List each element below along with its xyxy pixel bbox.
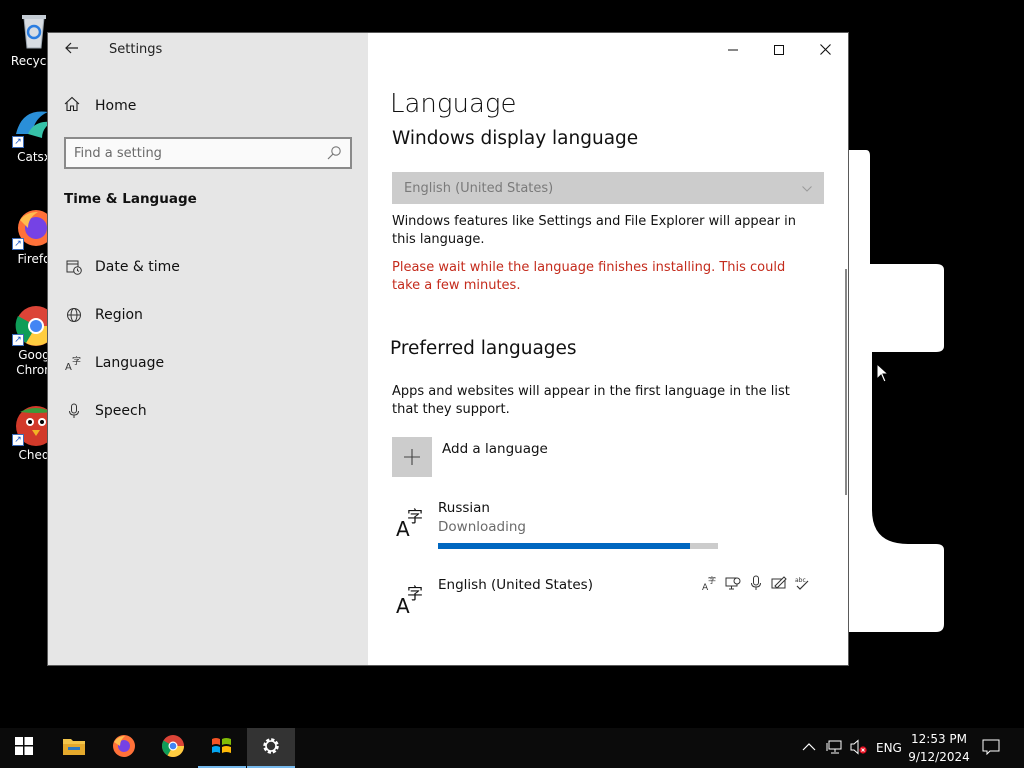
search-box[interactable] (64, 137, 352, 169)
scrollbar[interactable] (845, 269, 847, 495)
svg-text:abc: abc (795, 577, 806, 584)
chevron-up-icon (802, 741, 816, 755)
content-pane: Language Windows display language Englis… (368, 33, 848, 665)
search-input[interactable] (74, 145, 326, 161)
chevron-down-icon (802, 181, 812, 196)
home-link[interactable]: Home (64, 95, 136, 117)
taskbar-settings[interactable] (247, 728, 295, 768)
sidebar-item-date-time[interactable]: Date & time (64, 243, 354, 291)
speech-recognition-icon (748, 575, 764, 591)
language-icon: A字 (396, 506, 426, 541)
microphone-icon (64, 401, 84, 421)
sidebar-item-region[interactable]: Region (64, 291, 354, 339)
install-warning: Please wait while the language finishes … (392, 260, 786, 293)
calendar-clock-icon (64, 257, 84, 277)
display-language-heading: Windows display language (392, 128, 639, 149)
add-language-label: Add a language (442, 441, 548, 457)
taskbar: ENG 12:53 PM 9/12/2024 (0, 728, 1024, 768)
notification-icon (982, 739, 1000, 758)
svg-text:字: 字 (407, 507, 423, 526)
spell-check-icon: abc (794, 575, 810, 591)
globe-icon (64, 305, 84, 325)
section-title: Time & Language (64, 191, 197, 207)
text-to-speech-icon (725, 575, 741, 591)
language-features: A字 abc (702, 575, 810, 593)
progress-fill (438, 543, 690, 549)
sidebar-item-label: Region (95, 307, 143, 323)
shortcut-arrow-icon: ↗ (12, 136, 24, 148)
start-button[interactable] (0, 728, 48, 768)
display-language-icon: A字 (702, 575, 718, 593)
shortcut-arrow-icon: ↗ (12, 238, 24, 250)
preferred-languages-heading: Preferred languages (390, 338, 577, 359)
firefox-icon (112, 734, 136, 762)
taskbar-windows-app[interactable] (198, 728, 246, 768)
add-language-button[interactable]: Add a language (392, 437, 548, 477)
taskbar-chrome[interactable] (149, 728, 197, 768)
tray-overflow-button[interactable] (802, 728, 816, 768)
dropdown-value: English (United States) (404, 180, 554, 196)
action-center-button[interactable] (982, 728, 1000, 768)
plus-icon (392, 437, 432, 477)
clock-date: 9/12/2024 (908, 750, 970, 764)
language-status: Downloading (438, 519, 526, 535)
clock-time: 12:53 PM (911, 732, 967, 746)
chrome-icon (161, 734, 185, 762)
back-arrow-icon[interactable] (60, 39, 84, 61)
sidebar-item-label: Date & time (95, 259, 180, 275)
settings-window: Settings Home Time & Language Date & tim… (48, 33, 848, 665)
search-icon[interactable] (326, 145, 342, 161)
taskbar-firefox[interactable] (100, 728, 148, 768)
windows-flag-icon (210, 735, 234, 761)
wallpaper-logo (848, 150, 948, 634)
sidebar-item-label: Speech (95, 403, 147, 419)
preferred-languages-description: Apps and websites will appear in the fir… (392, 384, 790, 417)
sidebar-nav: Date & time Region A字 Language Speech (64, 243, 354, 435)
tray-clock[interactable]: 12:53 PM 9/12/2024 (904, 730, 974, 766)
language-name: English (United States) (438, 577, 593, 593)
taskbar-file-explorer[interactable] (50, 728, 98, 768)
sidebar-item-language[interactable]: A字 Language (64, 339, 354, 387)
tray-volume[interactable] (850, 728, 868, 768)
page-title: Language (390, 89, 517, 119)
svg-text:字: 字 (72, 355, 81, 367)
language-item-english[interactable]: A字 English (United States) A字 abc (392, 575, 822, 635)
language-icon: A字 (64, 353, 84, 373)
language-name: Russian (438, 500, 490, 516)
language-icon: A字 (396, 583, 426, 618)
volume-muted-icon (850, 738, 868, 758)
window-title: Settings (109, 42, 163, 57)
sidebar-item-speech[interactable]: Speech (64, 387, 354, 435)
shortcut-arrow-icon: ↗ (12, 334, 24, 346)
sidebar-item-label: Language (95, 355, 165, 371)
home-icon (64, 96, 84, 116)
handwriting-icon (771, 575, 787, 591)
language-item-russian[interactable]: A字 Russian Downloading (392, 498, 822, 558)
display-language-dropdown[interactable]: English (United States) (392, 172, 824, 204)
home-label: Home (95, 98, 137, 114)
tray-network[interactable] (826, 728, 844, 768)
sidebar: Settings Home Time & Language Date & tim… (48, 33, 368, 665)
tray-language[interactable]: ENG (876, 728, 902, 768)
display-language-description: Windows features like Settings and File … (392, 214, 796, 247)
network-icon (826, 739, 844, 758)
svg-text:A: A (65, 362, 72, 371)
svg-text:字: 字 (407, 584, 423, 603)
mouse-cursor-icon (876, 362, 890, 387)
svg-text:字: 字 (708, 575, 716, 585)
file-explorer-icon (62, 736, 86, 760)
settings-icon (260, 735, 282, 761)
download-progress-bar (438, 543, 718, 549)
shortcut-arrow-icon: ↗ (12, 434, 24, 446)
start-icon (15, 737, 33, 759)
